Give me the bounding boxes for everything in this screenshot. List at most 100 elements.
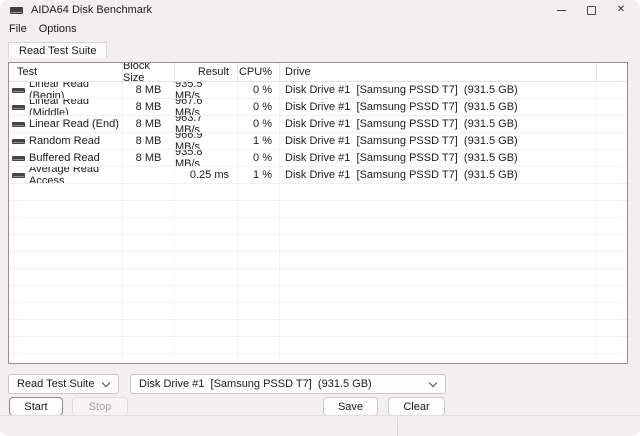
table-empty-row <box>9 354 627 363</box>
cell-block_size: 8 MB <box>123 82 175 98</box>
maximize-icon <box>586 5 596 15</box>
window-title: AIDA64 Disk Benchmark <box>31 4 153 16</box>
chevron-down-icon <box>428 378 438 388</box>
cell-cpu: 0 % <box>238 116 280 132</box>
cell-cpu: 1 % <box>238 167 280 183</box>
disk-drive-icon <box>12 121 25 127</box>
table-empty-row <box>9 269 627 286</box>
table-row[interactable]: Average Read Access 0.25 ms 1 % Disk Drive … <box>9 167 627 184</box>
cell-filler <box>597 82 627 98</box>
minimize-button[interactable] <box>546 0 576 20</box>
disk-drive-icon <box>12 172 25 178</box>
clear-button[interactable]: Clear <box>388 397 445 416</box>
test-name: Linear Read (End) <box>29 118 119 130</box>
cell-filler <box>597 167 627 183</box>
menu-bar: File Options <box>0 20 640 37</box>
cell-result: 0.25 ms <box>175 167 238 183</box>
app-disk-icon <box>10 6 23 14</box>
cell-drive: Disk Drive #1 [Samsung PSSD T7] (931.5 G… <box>280 116 597 132</box>
table-row[interactable]: Linear Read (Middle) 8 MB 967.6 MB/s 0 % Dis… <box>9 99 627 116</box>
test-name: Linear Read (Begin) <box>29 82 89 98</box>
cell-cpu: 0 % <box>238 82 280 98</box>
cell-cpu: 0 % <box>238 99 280 115</box>
cell-drive: Disk Drive #1 [Samsung PSSD T7] (931.5 G… <box>280 99 597 115</box>
start-button[interactable]: Start <box>9 397 63 416</box>
disk-drive-icon <box>12 104 25 110</box>
cell-drive: Disk Drive #1 [Samsung PSSD T7] (931.5 G… <box>280 150 597 166</box>
close-button[interactable]: ✕ <box>606 0 636 20</box>
cell-block_size: 8 MB <box>123 150 175 166</box>
column-header-test[interactable]: Test <box>9 63 123 81</box>
status-bar <box>0 415 640 436</box>
table-body: Linear Read (Begin) 8 MB 935.5 MB/s 0 % Disk… <box>9 82 627 363</box>
table-empty-row <box>9 235 627 252</box>
table-empty-row <box>9 337 627 354</box>
menu-file[interactable]: File <box>3 22 33 36</box>
table-empty-row <box>9 320 627 337</box>
table-header: Test Block Size Result CPU% Drive <box>9 63 627 82</box>
disk-drive-icon <box>12 138 25 144</box>
cell-test: Linear Read (Begin) <box>9 82 123 98</box>
cell-cpu: 0 % <box>238 150 280 166</box>
cell-result: 966.9 MB/s <box>175 133 238 149</box>
title-bar: AIDA64 Disk Benchmark ✕ <box>0 0 640 20</box>
cell-drive: Disk Drive #1 [Samsung PSSD T7] (931.5 G… <box>280 82 597 98</box>
cell-test: Random Read <box>9 133 123 149</box>
table-empty-row <box>9 286 627 303</box>
cell-test: Buffered Read <box>9 150 123 166</box>
table-empty-row <box>9 184 627 201</box>
test-name: Random Read <box>29 135 100 147</box>
status-bar-divider <box>397 417 398 436</box>
menu-options[interactable]: Options <box>33 22 83 36</box>
caption-buttons: ✕ <box>546 0 636 20</box>
cell-result: 935.8 MB/s <box>175 150 238 166</box>
cell-block_size: 8 MB <box>123 99 175 115</box>
cell-cpu: 1 % <box>238 133 280 149</box>
cell-test: Linear Read (End) <box>9 116 123 132</box>
cell-filler <box>597 150 627 166</box>
stop-button[interactable]: Stop <box>72 397 128 416</box>
cell-drive: Disk Drive #1 [Samsung PSSD T7] (931.5 G… <box>280 167 597 183</box>
table-row[interactable]: Buffered Read 8 MB 935.8 MB/s 0 % Disk Drive… <box>9 150 627 167</box>
minimize-icon <box>556 9 566 11</box>
save-button[interactable]: Save <box>323 397 378 416</box>
column-header-cpu[interactable]: CPU% <box>238 63 280 81</box>
cell-result: 967.6 MB/s <box>175 99 238 115</box>
tab-read-test-suite[interactable]: Read Test Suite <box>8 42 108 58</box>
drive-select[interactable]: Disk Drive #1 [Samsung PSSD T7] (931.5 G… <box>130 374 446 394</box>
cell-filler <box>597 116 627 132</box>
test-name: Buffered Read <box>29 152 100 164</box>
disk-drive-icon <box>12 87 25 93</box>
table-empty-row <box>9 252 627 269</box>
cell-filler <box>597 133 627 149</box>
drive-select-value: Disk Drive #1 [Samsung PSSD T7] (931.5 G… <box>139 378 372 390</box>
tab-strip: Read Test Suite <box>8 42 632 58</box>
suite-select-value: Read Test Suite <box>17 378 95 390</box>
cell-block_size: 8 MB <box>123 116 175 132</box>
close-icon: ✕ <box>616 4 626 15</box>
cell-drive: Disk Drive #1 [Samsung PSSD T7] (931.5 G… <box>280 133 597 149</box>
test-name: Linear Read (Middle) <box>29 99 89 115</box>
cell-test: Linear Read (Middle) <box>9 99 123 115</box>
table-row[interactable]: Linear Read (Begin) 8 MB 935.5 MB/s 0 % Disk… <box>9 82 627 99</box>
table-empty-row <box>9 218 627 235</box>
column-header-result[interactable]: Result <box>175 63 238 81</box>
cell-filler <box>597 99 627 115</box>
disk-drive-icon <box>12 155 25 161</box>
column-header-block-size[interactable]: Block Size <box>123 63 175 81</box>
suite-select[interactable]: Read Test Suite <box>8 374 119 394</box>
column-header-drive[interactable]: Drive <box>280 63 597 81</box>
table-row[interactable]: Linear Read (End) 8 MB 963.7 MB/s 0 % Disk D… <box>9 116 627 133</box>
table-empty-row <box>9 201 627 218</box>
maximize-button[interactable] <box>576 0 606 20</box>
results-table: Test Block Size Result CPU% Drive Linear… <box>8 62 628 364</box>
chevron-down-icon <box>101 378 111 388</box>
cell-test: Average Read Access <box>9 167 123 183</box>
app-window: AIDA64 Disk Benchmark ✕ File Options Rea… <box>0 0 640 436</box>
cell-result: 963.7 MB/s <box>175 116 238 132</box>
cell-block_size <box>123 167 175 183</box>
column-header-filler <box>597 63 627 81</box>
table-row[interactable]: Random Read 8 MB 966.9 MB/s 1 % Disk Drive #… <box>9 133 627 150</box>
test-name: Average Read Access <box>29 167 100 183</box>
cell-result: 935.5 MB/s <box>175 82 238 98</box>
